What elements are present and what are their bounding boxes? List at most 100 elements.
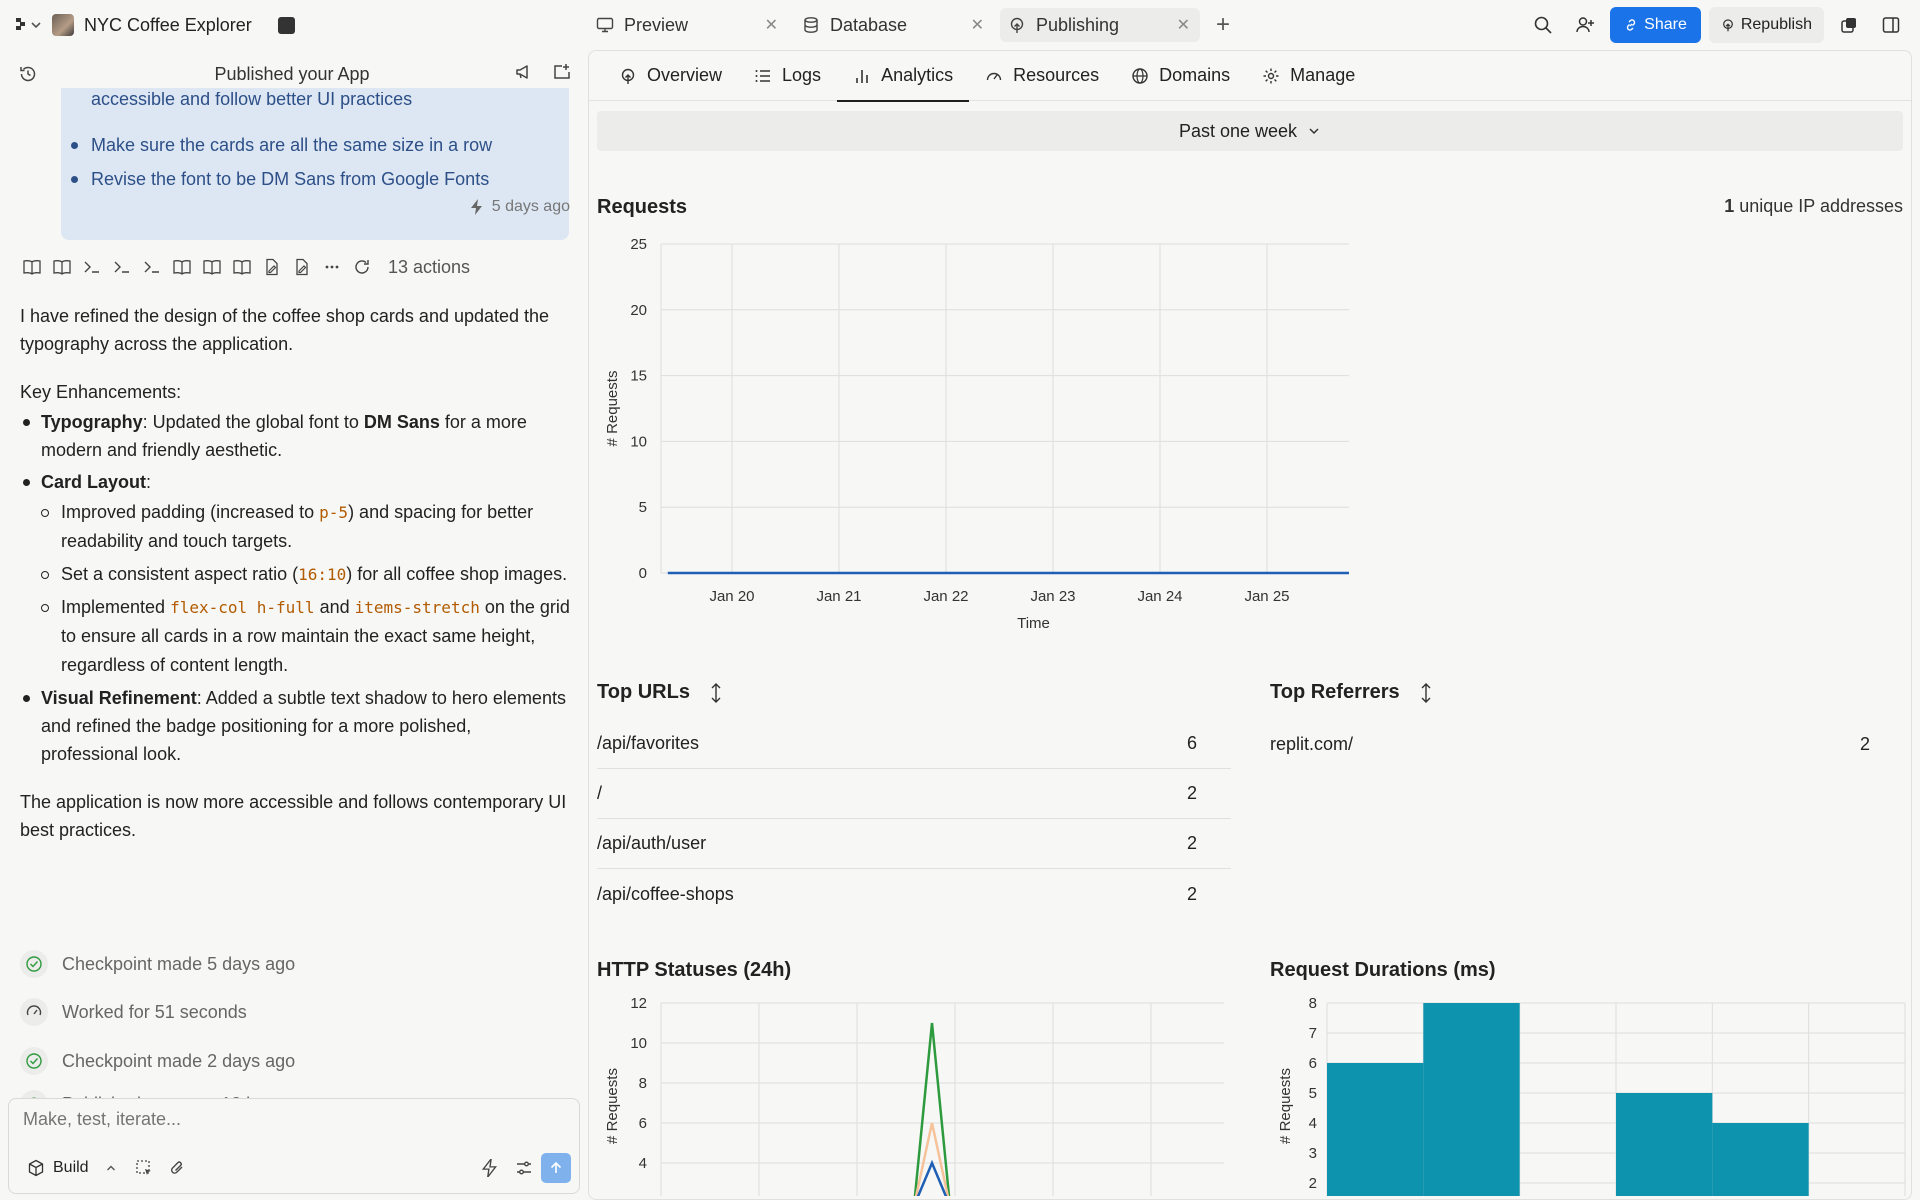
publishing-subtabs: Overview Logs Analytics Resources Domain… bbox=[589, 51, 1911, 102]
tab-preview[interactable]: Preview ✕ bbox=[588, 8, 788, 42]
tab-database[interactable]: Database ✕ bbox=[794, 8, 994, 42]
y-axis-label: # Requests bbox=[604, 371, 621, 447]
requests-chart: 0 5 10 15 20 25 Jan 20 Jan 21 Jan 22 Jan 23 Jan 24… bbox=[604, 236, 1349, 631]
table-row[interactable]: /api/auth/user 2 bbox=[597, 819, 1231, 869]
mode-select[interactable]: Build bbox=[17, 1151, 127, 1185]
status-checkpoint[interactable]: Checkpoint made 5 days ago bbox=[20, 950, 295, 978]
tab-label: Resources bbox=[1013, 65, 1100, 85]
top-bar: NYC Coffee Explorer Preview ✕ Database ✕… bbox=[0, 0, 1920, 50]
histogram-bar bbox=[1712, 1123, 1809, 1196]
y-tick-label: 4 bbox=[639, 1155, 647, 1172]
y-tick-label: 5 bbox=[639, 499, 647, 516]
stop-icon[interactable] bbox=[277, 16, 295, 34]
link-icon bbox=[1626, 19, 1636, 31]
row-count: 2 bbox=[1186, 883, 1197, 904]
table-row[interactable]: /2 bbox=[597, 769, 1231, 819]
series-line bbox=[667, 571, 1349, 575]
y-tick-label: 6 bbox=[1309, 1055, 1317, 1072]
select-element-icon[interactable] bbox=[127, 1151, 161, 1185]
actions-count: 13 actions bbox=[388, 256, 471, 277]
y-tick-label: 10 bbox=[630, 433, 647, 450]
chat-input[interactable] bbox=[23, 1109, 563, 1130]
app-title[interactable]: NYC Coffee Explorer bbox=[84, 15, 252, 36]
time-range-select[interactable]: Past one week bbox=[597, 111, 1903, 151]
y-tick-label: 7 bbox=[1309, 1025, 1317, 1042]
y-tick-label: 20 bbox=[630, 302, 647, 319]
settings-sliders-icon[interactable] bbox=[507, 1151, 541, 1185]
series-line bbox=[913, 1022, 951, 1196]
close-icon[interactable]: ✕ bbox=[1177, 15, 1190, 35]
tab-domains[interactable]: Domains bbox=[1115, 51, 1246, 101]
invite-user-icon[interactable] bbox=[1568, 8, 1602, 42]
tab-publishing[interactable]: Publishing ✕ bbox=[1000, 8, 1200, 42]
y-tick-label: 4 bbox=[1309, 1115, 1317, 1132]
replit-logo-icon[interactable] bbox=[14, 13, 42, 37]
new-window-icon[interactable] bbox=[1832, 8, 1866, 42]
tab-resources[interactable]: Resources bbox=[969, 51, 1115, 101]
send-button[interactable] bbox=[541, 1153, 571, 1183]
top-urls-header: Top URLs bbox=[597, 681, 722, 704]
add-tab-button[interactable]: + bbox=[1206, 8, 1240, 42]
y-tick-label: 12 bbox=[630, 996, 647, 1012]
bullet bbox=[71, 176, 78, 183]
y-tick-label: 5 bbox=[1309, 1085, 1317, 1102]
row-path: /api/auth/user bbox=[597, 833, 707, 853]
search-icon[interactable] bbox=[1526, 8, 1560, 42]
tab-label: Logs bbox=[782, 65, 822, 85]
tab-logs[interactable]: Logs bbox=[738, 51, 837, 101]
row-count: 2 bbox=[1859, 733, 1870, 754]
tab-overview[interactable]: Overview bbox=[603, 51, 738, 101]
table-row[interactable]: /api/coffee-shops 2 bbox=[597, 869, 1231, 919]
new-chat-icon[interactable] bbox=[552, 62, 572, 82]
panel-toggle-icon[interactable] bbox=[1874, 8, 1908, 42]
close-icon[interactable]: ✕ bbox=[971, 15, 984, 35]
lightning-icon[interactable] bbox=[473, 1151, 507, 1185]
y-tick-label: 6 bbox=[639, 1115, 647, 1132]
table-row[interactable]: replit.com/2 bbox=[1270, 719, 1904, 769]
request-durations-chart: 2 3 4 5 6 7 8 # Requests bbox=[1277, 996, 1906, 1196]
row-path: / bbox=[597, 783, 603, 803]
republish-button[interactable]: Republish bbox=[1708, 7, 1824, 43]
check-circle-icon bbox=[20, 950, 48, 978]
response-outro: The application is now more accessible a… bbox=[20, 792, 567, 840]
y-tick-label: 10 bbox=[630, 1035, 647, 1052]
app-avatar bbox=[52, 14, 74, 36]
tab-analytics[interactable]: Analytics bbox=[837, 51, 970, 102]
share-button[interactable]: Share bbox=[1610, 7, 1701, 43]
tab-manage[interactable]: Manage bbox=[1246, 51, 1371, 101]
x-tick-label: Jan 25 bbox=[1244, 588, 1289, 605]
sort-icon[interactable] bbox=[1420, 682, 1432, 704]
http-statuses-title: HTTP Statuses (24h) bbox=[597, 959, 792, 981]
x-tick-label: Jan 23 bbox=[1030, 588, 1075, 605]
megaphone-icon[interactable] bbox=[514, 62, 534, 82]
lightning-icon bbox=[470, 199, 482, 215]
publishing-panel: Overview Logs Analytics Resources Domain… bbox=[588, 50, 1912, 1200]
user-message-item: Revise the font to be DM Sans from Googl… bbox=[91, 169, 490, 189]
y-tick-label: 8 bbox=[1309, 996, 1317, 1012]
chevron-down-icon bbox=[1309, 128, 1319, 135]
list-item: Typography: Updated the global font to D… bbox=[20, 408, 572, 464]
x-tick-label: Jan 22 bbox=[923, 588, 968, 605]
http-statuses-chart: 4 6 8 10 12 # Requests bbox=[604, 996, 1224, 1196]
row-path: replit.com/ bbox=[1270, 733, 1354, 754]
attach-icon[interactable] bbox=[161, 1151, 195, 1185]
table-row[interactable]: /api/favorites 6 bbox=[597, 719, 1231, 769]
tab-label: Overview bbox=[647, 65, 723, 85]
bar-chart-icon bbox=[856, 69, 868, 83]
status-checkpoint[interactable]: Checkpoint made 2 days ago bbox=[20, 1047, 295, 1075]
row-path: /api/favorites bbox=[597, 733, 700, 753]
x-tick-label: Jan 20 bbox=[709, 588, 754, 605]
time-range-label: Past one week bbox=[1178, 120, 1298, 141]
more-icon bbox=[318, 253, 346, 281]
share-label: Share bbox=[1644, 16, 1687, 33]
history-icon[interactable] bbox=[18, 64, 38, 84]
sort-icon[interactable] bbox=[710, 682, 722, 704]
close-icon[interactable]: ✕ bbox=[765, 15, 778, 35]
top-referrers-table: replit.com/2 bbox=[1270, 719, 1904, 769]
republish-label: Republish bbox=[1740, 16, 1812, 33]
tab-label: Preview bbox=[624, 14, 689, 35]
actions-summary[interactable]: 13 actions bbox=[18, 250, 470, 284]
tab-label: Database bbox=[830, 14, 908, 35]
chat-composer: Build bbox=[8, 1098, 580, 1194]
row-path: /api/coffee-shops bbox=[597, 883, 734, 904]
